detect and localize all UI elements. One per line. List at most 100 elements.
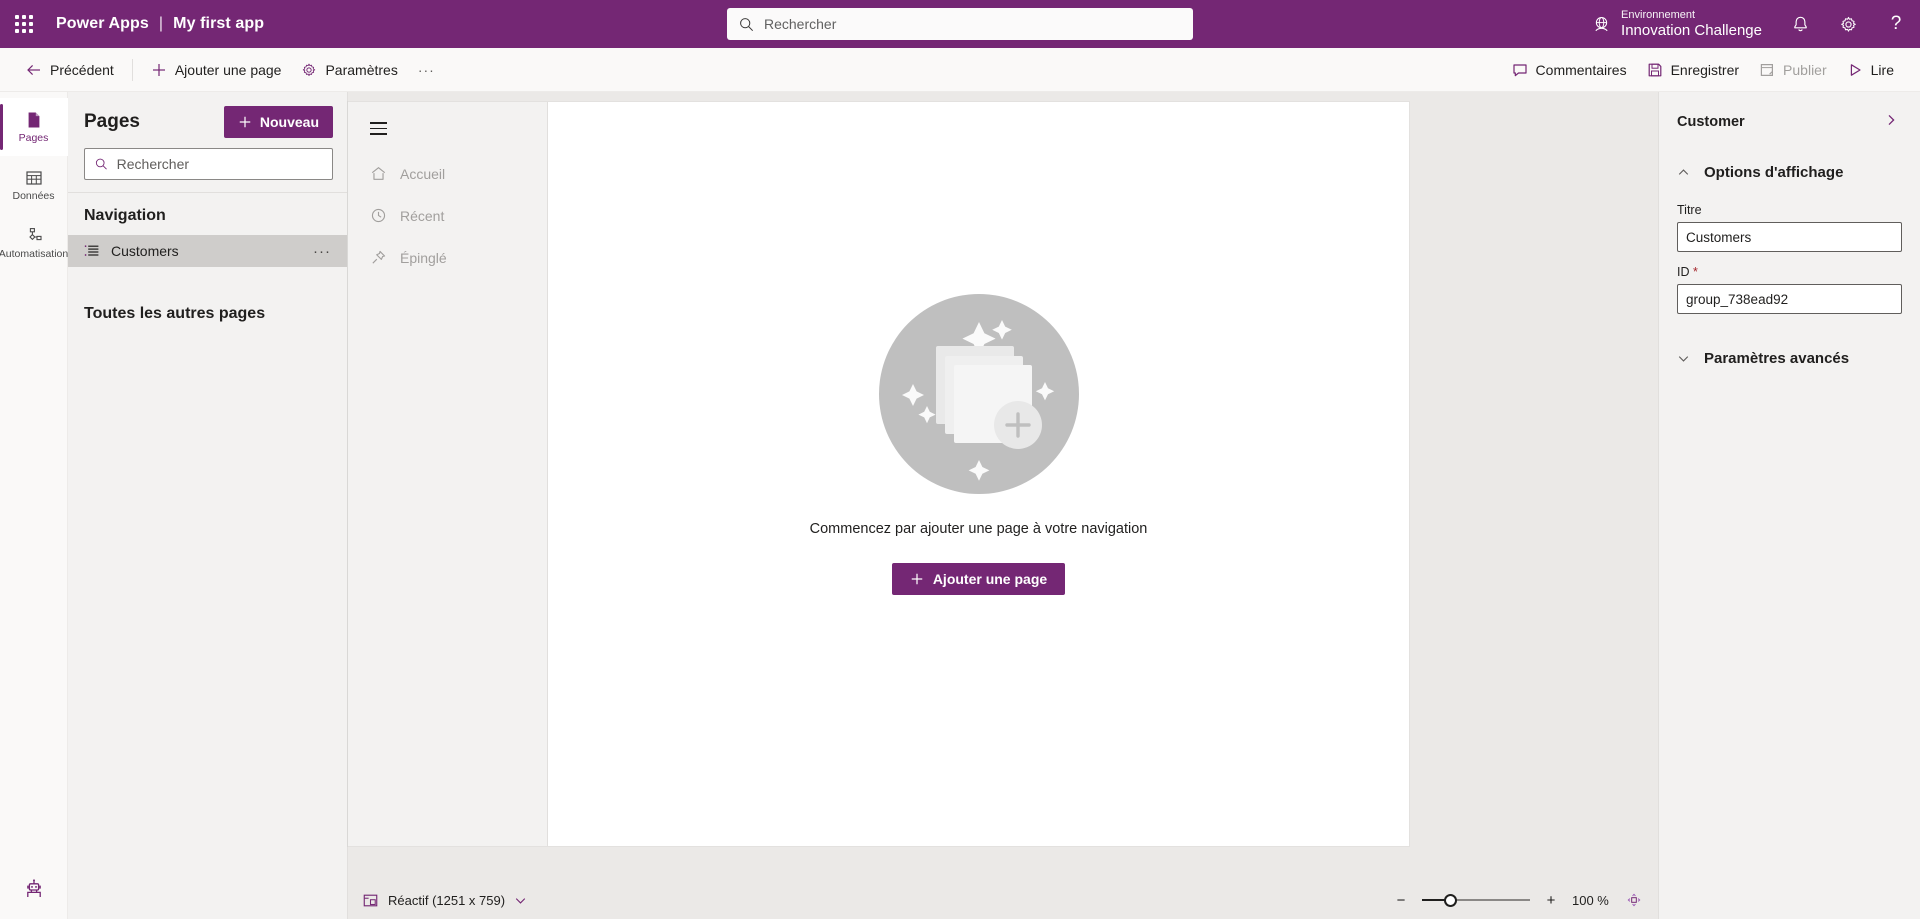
layout-selector[interactable]: Réactif (1251 x 759): [362, 892, 527, 909]
empty-state-add-page-button[interactable]: Ajouter une page: [891, 562, 1066, 595]
play-command[interactable]: Lire: [1837, 54, 1904, 86]
power-apps-designer: Power Apps | My first app Rechercher Env…: [0, 0, 1920, 919]
global-search: [727, 8, 1193, 40]
preview-nav-pinned[interactable]: Épinglé: [348, 237, 547, 279]
gear-icon: [1840, 16, 1856, 32]
question-mark-icon: ?: [1890, 13, 1902, 34]
waffle-icon: [15, 15, 33, 33]
canvas-scroll: Accueil Récent Épinglé Commencez par ajo…: [348, 92, 1658, 881]
environment-name: Innovation Challenge: [1621, 21, 1762, 39]
comments-command[interactable]: Commentaires: [1502, 54, 1637, 86]
field-titre: Titre: [1677, 203, 1902, 252]
app-preview-main: Commencez par ajouter une page à votre n…: [548, 102, 1409, 846]
field-titre-input[interactable]: [1677, 222, 1902, 252]
plus-icon: [911, 573, 923, 584]
rail-item-automation[interactable]: Automatisation: [0, 214, 68, 272]
app-name[interactable]: My first app: [173, 15, 264, 33]
brand-title: Power Apps | My first app: [56, 15, 264, 33]
preview-nav-label: Accueil: [400, 165, 446, 182]
preview-nav-recent[interactable]: Récent: [348, 195, 547, 237]
global-search-box[interactable]: [727, 8, 1193, 40]
comment-icon: [1512, 63, 1527, 76]
save-disk-icon: [1648, 63, 1661, 76]
environment-label: Environnement: [1621, 9, 1696, 22]
pages-icon: [28, 112, 39, 128]
new-page-button[interactable]: Nouveau: [223, 106, 333, 138]
environment-selector[interactable]: Environnement Innovation Challenge: [1582, 0, 1776, 48]
settings-label: Paramètres: [325, 61, 398, 78]
add-pages-illustration: [878, 293, 1079, 499]
properties-collapse-button[interactable]: [1880, 109, 1902, 136]
publish-icon: [1760, 63, 1774, 76]
preview-nav-label: Récent: [400, 207, 445, 224]
chevron-down-icon: [1678, 355, 1689, 362]
menu-icon[interactable]: [348, 116, 547, 153]
empty-state-message: Commencez par ajouter une page à votre n…: [809, 520, 1148, 537]
list-icon: [84, 245, 99, 256]
rail-item-pages[interactable]: Pages: [0, 98, 68, 156]
zoom-level-label: 100 %: [1572, 892, 1609, 908]
rail-label-pages: Pages: [18, 132, 49, 145]
status-bar: Réactif (1251 x 759) − + 100 %: [348, 881, 1658, 919]
rail-bottom-group: [14, 869, 54, 919]
app-preview-frame: Accueil Récent Épinglé Commencez par ajo…: [348, 102, 1409, 846]
settings-button[interactable]: [1824, 0, 1872, 48]
plus-icon: [239, 116, 251, 128]
canvas-area: Accueil Récent Épinglé Commencez par ajo…: [348, 92, 1658, 919]
search-icon: [740, 17, 754, 31]
pin-icon: [372, 251, 386, 264]
other-pages-group-title: Toutes les autres pages: [84, 305, 266, 322]
arrow-left-icon: [27, 64, 40, 75]
global-search-input[interactable]: [764, 16, 1181, 32]
chevron-down-icon: [515, 897, 526, 904]
back-label: Précédent: [50, 61, 114, 78]
back-button[interactable]: Précédent: [16, 54, 124, 86]
zoom-slider-thumb[interactable]: [1444, 893, 1457, 907]
advanced-settings-section-header[interactable]: Paramètres avancés: [1677, 340, 1902, 376]
copilot-button[interactable]: [14, 869, 54, 909]
zoom-out-button[interactable]: −: [1392, 892, 1410, 909]
pages-panel-title: Pages: [84, 111, 140, 132]
topbar-right-group: Environnement Innovation Challenge ?: [1582, 0, 1920, 48]
automation-icon: [28, 228, 42, 241]
chevron-up-icon: [1678, 168, 1689, 175]
notifications-button[interactable]: [1776, 0, 1824, 48]
help-button[interactable]: ?: [1872, 0, 1920, 48]
nav-row-label: Customers: [111, 243, 179, 259]
nav-row-customers[interactable]: Customers ···: [68, 235, 347, 267]
search-icon: [95, 158, 107, 170]
nav-row-more-button[interactable]: ···: [309, 244, 335, 259]
settings-command[interactable]: Paramètres: [291, 54, 407, 86]
plus-icon: [152, 63, 165, 76]
zoom-controls: − + 100 %: [1392, 892, 1642, 909]
field-id: ID *: [1677, 265, 1902, 314]
save-command[interactable]: Enregistrer: [1637, 54, 1749, 86]
top-brand-bar: Power Apps | My first app Rechercher Env…: [0, 0, 1920, 48]
preview-nav-accueil[interactable]: Accueil: [348, 153, 547, 195]
preview-nav-label: Épinglé: [400, 249, 447, 266]
properties-header: Customer: [1677, 92, 1902, 140]
zoom-in-button[interactable]: +: [1542, 892, 1560, 909]
clock-icon: [371, 209, 386, 223]
field-titre-label: Titre: [1677, 203, 1702, 217]
fit-to-screen-icon[interactable]: [1626, 892, 1642, 908]
bell-icon: [1793, 16, 1807, 31]
add-page-command[interactable]: Ajouter une page: [141, 54, 292, 86]
home-icon: [371, 167, 386, 181]
workspace: Pages Données Automatisation Pages Nouve…: [0, 92, 1920, 919]
rail-label-automation: Automatisation: [0, 248, 69, 261]
app-preview-sidenav: Accueil Récent Épinglé: [348, 102, 548, 846]
product-name[interactable]: Power Apps: [56, 15, 149, 33]
overflow-command[interactable]: ···: [408, 54, 445, 86]
zoom-slider[interactable]: [1422, 892, 1530, 908]
comments-label: Commentaires: [1535, 61, 1627, 78]
display-options-label: Options d'affichage: [1704, 163, 1844, 181]
app-launcher-button[interactable]: [0, 0, 48, 48]
publish-command: Publier: [1749, 54, 1837, 86]
pages-search-input[interactable]: [116, 156, 322, 172]
rail-item-data[interactable]: Données: [0, 156, 68, 214]
field-id-input[interactable]: [1677, 284, 1902, 314]
pages-search-box[interactable]: [84, 148, 333, 180]
chevron-right-icon: [1888, 114, 1895, 125]
display-options-section-header[interactable]: Options d'affichage: [1677, 154, 1902, 190]
